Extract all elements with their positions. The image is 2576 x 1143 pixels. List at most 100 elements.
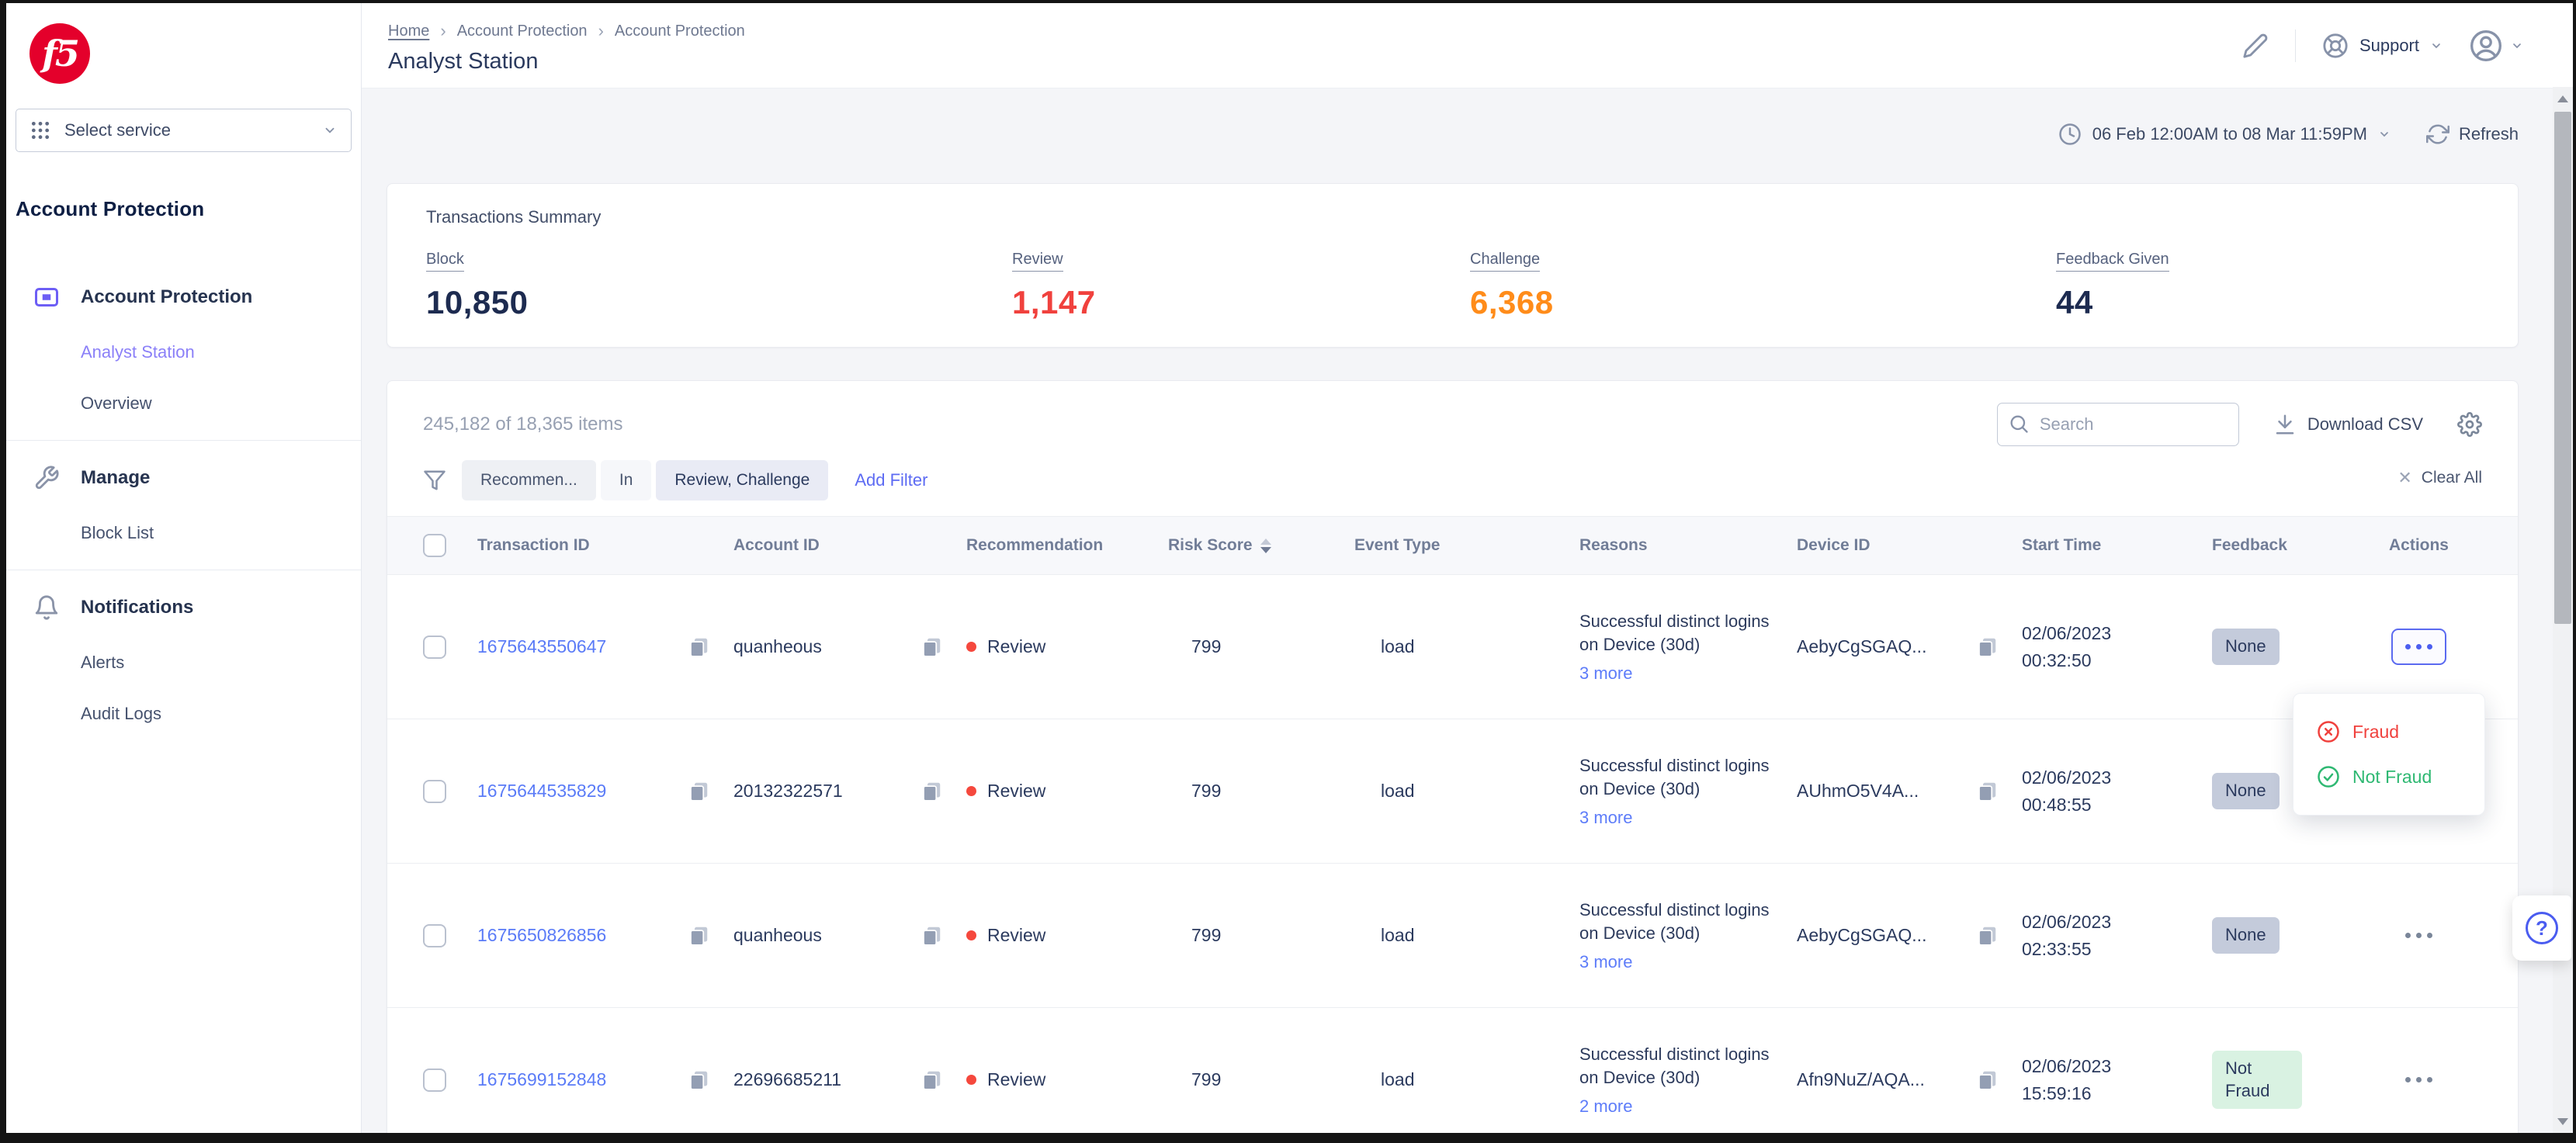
risk-score: 799 [1168,781,1354,802]
avatar-icon [2469,29,2503,63]
edit-pencil-icon[interactable] [2242,33,2269,59]
col-account-id: Account ID [733,536,966,555]
sidebar-item-analyst-station[interactable]: Analyst Station [6,342,361,362]
sidebar-item-overview[interactable]: Overview [6,393,361,414]
copy-icon[interactable] [1975,1069,1999,1092]
menu-item-not-fraud[interactable]: Not Fraud [2293,754,2484,799]
metric-challenge-value: 6,368 [1470,284,2056,321]
metric-block-label[interactable]: Block [426,251,464,272]
device-id: Afn9NuZ/AQA... [1797,1069,1925,1090]
nav-group-title: Account Protection [81,286,252,308]
reason-text: Successful distinct logins on Device (30… [1579,1043,1773,1089]
sidebar: f5 Select service Account Protection Acc… [6,3,362,1133]
scrollbar-thumb[interactable] [2554,112,2571,624]
more-reasons-link[interactable]: 3 more [1579,808,1632,828]
transaction-id-link[interactable]: 1675643550647 [477,636,606,657]
nav-group-header-account-protection[interactable]: Account Protection [6,283,361,311]
bell-icon [33,594,61,622]
transaction-id-link[interactable]: 1675644535829 [477,781,606,802]
copy-icon[interactable] [920,924,943,947]
service-selector[interactable]: Select service [16,109,352,152]
col-reasons: Reasons [1579,536,1797,555]
start-date: 02/06/2023 [2022,622,2111,645]
row-checkbox[interactable] [423,924,446,947]
gear-icon[interactable] [2457,412,2482,437]
row-actions-button[interactable] [2393,1063,2445,1096]
breadcrumb-separator: › [598,21,604,41]
support-label: Support [2359,36,2419,56]
search-input[interactable] [1997,403,2239,446]
metric-review-label[interactable]: Review [1012,251,1063,272]
copy-icon[interactable] [1975,636,1999,659]
check-circle-icon [2317,765,2340,788]
row-actions-button[interactable] [2391,629,2446,665]
breadcrumb-item[interactable]: Account Protection [457,23,588,40]
copy-icon[interactable] [687,1069,710,1092]
download-csv-button[interactable]: Download CSV [2273,413,2423,436]
content-area: 06 Feb 12:00AM to 08 Mar 11:59PM Refresh… [362,88,2573,1141]
download-icon [2273,413,2297,436]
clear-all-button[interactable]: ✕ Clear All [2397,468,2482,488]
menu-item-fraud[interactable]: Fraud [2293,709,2484,754]
copy-icon[interactable] [1975,780,1999,803]
metric-challenge-label[interactable]: Challenge [1470,251,1540,272]
review-dot [966,930,976,940]
copy-icon[interactable] [920,780,943,803]
help-button[interactable]: ? [2512,895,2571,961]
col-risk-score[interactable]: Risk Score [1168,536,1354,555]
recommendation: Review [987,1069,1045,1090]
user-menu[interactable] [2469,29,2523,63]
copy-icon[interactable] [920,1069,943,1092]
filter-operator-chip[interactable]: In [601,460,652,500]
filter-value-chip[interactable]: Review, Challenge [656,460,828,500]
copy-icon[interactable] [687,636,710,659]
refresh-button[interactable]: Refresh [2426,123,2519,146]
sidebar-item-audit-logs[interactable]: Audit Logs [6,704,361,724]
breadcrumb-home-link[interactable]: Home [388,23,429,40]
nav-group-header-notifications[interactable]: Notifications [6,594,361,622]
add-filter-link[interactable]: Add Filter [855,470,927,490]
transactions-table-card: 245,182 of 18,365 items Dow [387,380,2519,1141]
support-menu[interactable]: Support [2322,33,2443,59]
copy-icon[interactable] [1975,924,1999,947]
row-checkbox[interactable] [423,780,446,803]
more-reasons-link[interactable]: 3 more [1579,663,1632,684]
row-actions-menu: Fraud Not Fraud [2293,693,2485,816]
account-id: quanheous [733,636,822,657]
x-circle-icon [2317,720,2340,743]
copy-icon[interactable] [687,924,710,947]
metric-feedback-given-label[interactable]: Feedback Given [2056,251,2169,272]
metric-feedback-given-value: 44 [2056,284,2479,321]
sort-icon [1260,539,1271,553]
feedback-badge: None [2212,917,2280,954]
start-date: 02/06/2023 [2022,911,2111,933]
toolbar-row: 06 Feb 12:00AM to 08 Mar 11:59PM Refresh [387,116,2519,152]
feedback-badge: None [2212,773,2280,809]
date-range-picker[interactable]: 06 Feb 12:00AM to 08 Mar 11:59PM [2058,123,2391,146]
transaction-id-link[interactable]: 1675699152848 [477,1069,606,1090]
more-reasons-link[interactable]: 3 more [1579,952,1632,972]
menu-item-fraud-label: Fraud [2352,722,2399,743]
account-protection-icon [33,283,61,311]
metric-block: Block 10,850 [426,251,1012,321]
copy-icon[interactable] [687,780,710,803]
select-all-checkbox[interactable] [423,534,446,557]
wrench-icon [33,464,61,492]
row-actions-button[interactable] [2393,919,2445,952]
nav-group-header-manage[interactable]: Manage [6,464,361,492]
scrollbar-down-arrow[interactable] [2553,1110,2573,1133]
sidebar-item-alerts[interactable]: Alerts [6,653,361,673]
product-title: Account Protection [16,197,361,221]
event-type: load [1354,1069,1579,1090]
row-checkbox[interactable] [423,1069,446,1092]
transaction-id-link[interactable]: 1675650826856 [477,925,606,946]
copy-icon[interactable] [920,636,943,659]
event-type: load [1354,636,1579,657]
sidebar-item-block-list[interactable]: Block List [6,523,361,543]
more-reasons-link[interactable]: 2 more [1579,1096,1632,1117]
scrollbar-up-arrow[interactable] [2553,87,2573,110]
row-checkbox[interactable] [423,636,446,659]
vertical-scrollbar[interactable] [2553,87,2573,1133]
filter-field-chip[interactable]: Recommen... [462,460,596,500]
risk-score: 799 [1168,1069,1354,1090]
